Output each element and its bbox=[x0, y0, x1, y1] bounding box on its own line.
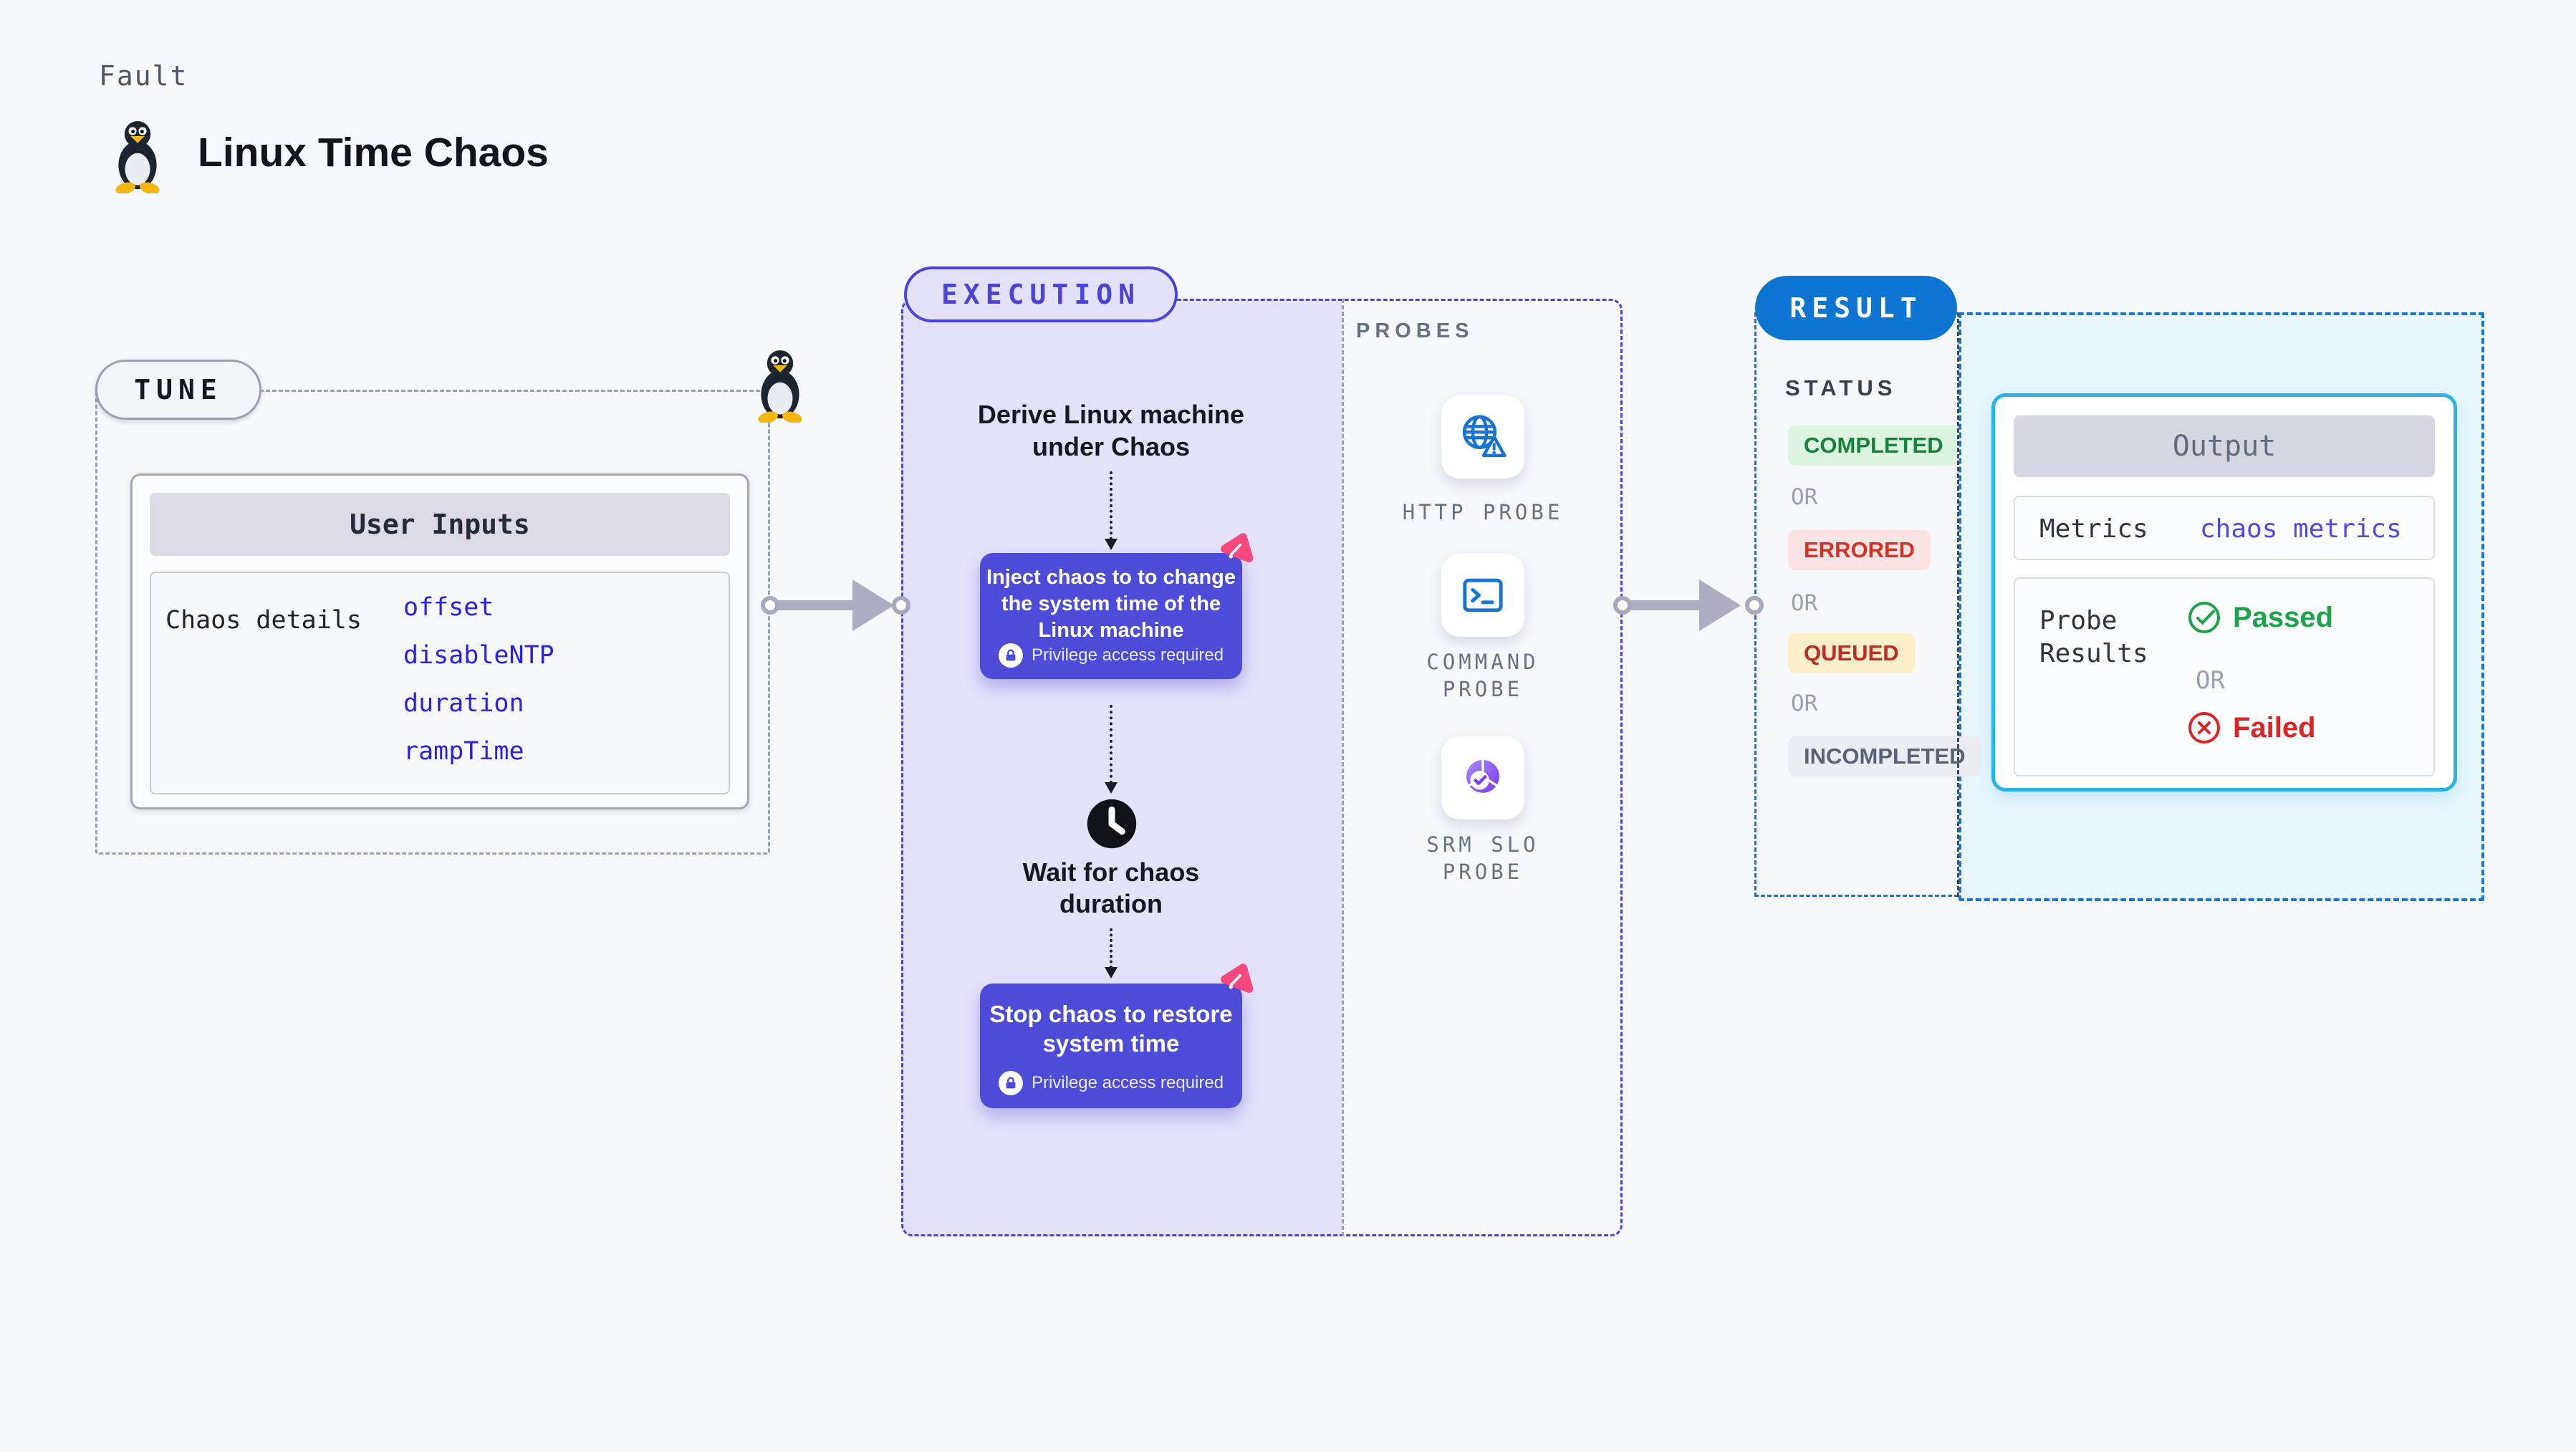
flow-arrow-line bbox=[1110, 705, 1112, 784]
execution-probes-divider bbox=[1342, 299, 1344, 1236]
execution-to-result-arrow bbox=[1628, 600, 1705, 610]
srm-slo-probe-icon bbox=[1466, 759, 1499, 793]
http-probe-card bbox=[1441, 395, 1524, 479]
status-column-label: STATUS bbox=[1785, 375, 1897, 400]
metrics-row: Metrics chaos metrics bbox=[2014, 496, 2435, 560]
input-value-disablentp: disableNTP bbox=[403, 641, 554, 670]
connector-node bbox=[892, 596, 910, 615]
http-probe-label: HTTP PROBE bbox=[1402, 500, 1564, 524]
user-inputs-header: User Inputs bbox=[150, 493, 730, 556]
privilege-note: Privilege access required bbox=[1031, 645, 1224, 665]
or-separator: OR bbox=[1791, 691, 1818, 716]
inject-chaos-step: Inject chaos to to change the system tim… bbox=[980, 553, 1242, 679]
metrics-value: chaos metrics bbox=[2200, 514, 2402, 544]
user-inputs-body: Chaos details offset disableNTP duration… bbox=[150, 572, 730, 794]
privilege-note: Privilege access required bbox=[1031, 1073, 1224, 1092]
flow-arrow-line bbox=[1110, 928, 1112, 968]
execution-to-result-arrowhead bbox=[1699, 580, 1741, 631]
connector-node bbox=[1613, 596, 1632, 615]
or-separator: OR bbox=[1791, 590, 1818, 616]
output-header: Output bbox=[2014, 415, 2435, 477]
tune-to-execution-arrowhead bbox=[852, 580, 894, 631]
input-value-ramptime: rampTime bbox=[403, 737, 524, 766]
metrics-label: Metrics bbox=[2039, 514, 2148, 544]
input-value-duration: duration bbox=[403, 689, 524, 718]
or-separator: OR bbox=[1791, 484, 1818, 510]
input-value-offset: offset bbox=[403, 593, 494, 622]
flow-arrow-head bbox=[1105, 539, 1118, 550]
status-pill-errored: ERRORED bbox=[1788, 530, 1931, 570]
command-probe-icon bbox=[1463, 578, 1503, 612]
or-separator: OR bbox=[2196, 666, 2225, 695]
passed-check-icon bbox=[2188, 602, 2220, 633]
inject-chaos-text: Inject chaos to to change the system tim… bbox=[986, 566, 1236, 642]
tux-penguin-icon bbox=[115, 121, 160, 193]
tune-badge: TUNE bbox=[95, 360, 261, 420]
execution-badge: EXECUTION bbox=[904, 266, 1178, 322]
wait-step-text: Wait for chaos duration bbox=[1022, 857, 1200, 918]
page-title: Linux Time Chaos bbox=[198, 130, 549, 176]
tune-to-execution-arrow bbox=[775, 600, 855, 610]
flow-arrow-head bbox=[1105, 782, 1118, 794]
privilege-note-row: Privilege access required bbox=[980, 643, 1242, 668]
connector-node bbox=[1745, 596, 1764, 615]
stop-chaos-text: Stop chaos to restore system time bbox=[989, 1001, 1233, 1057]
probe-results-row: Probe Results Passed OR Failed bbox=[2014, 577, 2435, 777]
http-probe-icon bbox=[1462, 415, 1506, 458]
result-zone-divider bbox=[1957, 312, 1959, 897]
fault-eyebrow: Fault bbox=[99, 60, 188, 92]
flow-arrow-head bbox=[1105, 967, 1118, 979]
linux-time-chaos-diagram: Fault Linux Time Chaos TUNE User Inputs … bbox=[0, 0, 2576, 1452]
srm-slo-probe-card bbox=[1441, 736, 1524, 819]
stop-chaos-step: Stop chaos to restore system time Privil… bbox=[980, 984, 1242, 1108]
probes-section-label: PROBES bbox=[1356, 319, 1474, 342]
user-inputs-card: User Inputs Chaos details offset disable… bbox=[130, 473, 749, 809]
command-probe-card bbox=[1441, 554, 1524, 637]
failed-label: Failed bbox=[2233, 711, 2316, 744]
wait-clock-icon bbox=[1087, 799, 1137, 849]
command-probe-label: COMMAND PROBE bbox=[1426, 650, 1539, 701]
status-pill-queued: QUEUED bbox=[1788, 633, 1915, 673]
derive-step-text: Derive Linux machine under Chaos bbox=[977, 400, 1245, 461]
lock-icon bbox=[998, 643, 1023, 668]
flow-arrow-line bbox=[1110, 471, 1112, 540]
passed-label: Passed bbox=[2233, 601, 2334, 633]
status-pill-incompleted: INCOMPLETED bbox=[1788, 736, 1981, 777]
chaos-details-label: Chaos details bbox=[165, 606, 362, 635]
output-card: Output Metrics chaos metrics Probe Resul… bbox=[1991, 393, 2457, 792]
status-pill-completed: COMPLETED bbox=[1788, 425, 1959, 466]
connector-node bbox=[761, 596, 779, 615]
srm-slo-probe-label: SRM SLO PROBE bbox=[1426, 832, 1539, 884]
chaos-brand-icon bbox=[1221, 533, 1254, 563]
failed-x-icon bbox=[2188, 712, 2220, 744]
passed-verdict: Passed bbox=[2187, 600, 2333, 635]
probe-results-label: Probe Results bbox=[2039, 606, 2148, 668]
lock-icon bbox=[998, 1071, 1023, 1095]
result-badge: RESULT bbox=[1755, 276, 1957, 340]
privilege-note-row: Privilege access required bbox=[980, 1071, 1242, 1095]
tux-penguin-corner-icon bbox=[758, 350, 802, 423]
failed-verdict: Failed bbox=[2187, 711, 2316, 745]
chaos-brand-icon bbox=[1221, 963, 1254, 994]
